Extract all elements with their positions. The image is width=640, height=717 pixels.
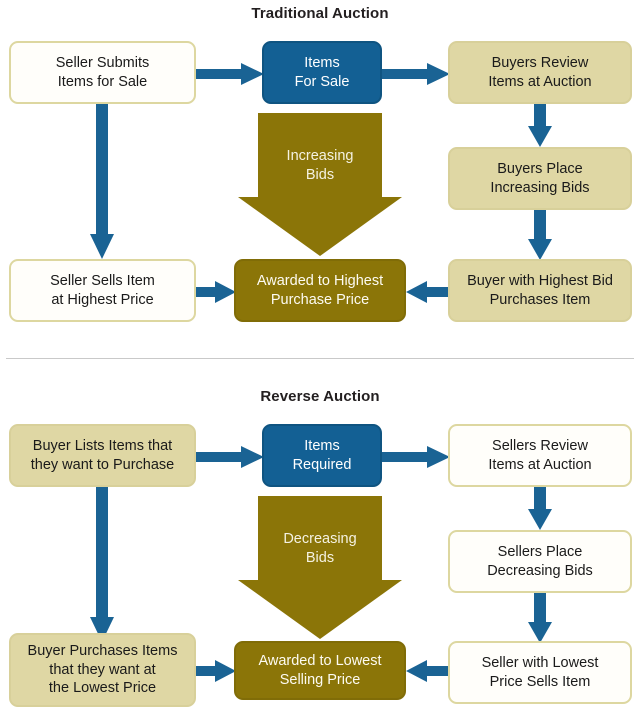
arrow-down-reverse-right-2 [528,593,552,643]
node-label: Sellers Review Items at Auction [488,437,592,473]
arrow-down-reverse-left [90,487,114,642]
node-traditional-buyers-place-bids: Buyers Place Increasing Bids [448,147,632,210]
node-reverse-items-required: Items Required [262,424,382,487]
node-traditional-buyer-highest-bid: Buyer with Highest Bid Purchases Item [448,259,632,322]
node-label: Items Required [292,437,352,473]
big-arrow-shape [238,113,402,256]
node-reverse-buyer-lists: Buyer Lists Items that they want to Purc… [9,424,196,487]
node-reverse-seller-lowest-price: Seller with Lowest Price Sells Item [448,641,632,704]
node-label: Buyer Purchases Items that they want at … [27,643,178,697]
node-label: Awarded to Lowest Selling Price [258,652,382,688]
arrow-right-reverse-bottom-left [196,660,236,682]
big-arrow-shape [238,496,402,639]
node-reverse-awarded-lowest: Awarded to Lowest Selling Price [234,641,406,700]
big-arrow-decreasing-bids: Decreasing Bids [238,496,402,639]
node-traditional-awarded-highest: Awarded to Highest Purchase Price [234,259,406,322]
node-reverse-buyer-purchases: Buyer Purchases Items that they want at … [9,633,196,707]
arrow-down-traditional-left [90,104,114,259]
arrow-down-reverse-right-1 [528,487,552,530]
node-label: Seller with Lowest Price Sells Item [481,654,599,690]
node-label: Items For Sale [294,54,350,90]
node-reverse-sellers-place-bids: Sellers Place Decreasing Bids [448,530,632,593]
node-label: Awarded to Highest Purchase Price [256,272,384,308]
arrow-right-reverse-top-2 [382,446,450,468]
arrow-left-reverse-bottom-right [406,660,448,682]
section-title-reverse: Reverse Auction [260,388,380,405]
node-label: Buyers Place Increasing Bids [490,160,590,196]
section-title-traditional: Traditional Auction [251,5,389,22]
node-label: Seller Sells Item at Highest Price [50,272,155,308]
arrow-left-traditional-bottom-right [406,281,448,303]
arrow-right-traditional-top-1 [196,63,264,85]
node-traditional-buyers-review: Buyers Review Items at Auction [448,41,632,104]
section-divider [6,358,634,359]
node-label: Buyer with Highest Bid Purchases Item [467,272,613,308]
node-traditional-seller-submits: Seller Submits Items for Sale [9,41,196,104]
arrow-down-traditional-right-2 [528,210,552,260]
node-label: Buyer Lists Items that they want to Purc… [30,437,175,473]
arrow-right-traditional-top-2 [382,63,450,85]
diagram-canvas: Traditional Auction Seller Submits Items… [0,0,640,717]
arrow-right-reverse-top-1 [196,446,264,468]
big-arrow-increasing-bids: Increasing Bids [238,113,402,256]
node-reverse-sellers-review: Sellers Review Items at Auction [448,424,632,487]
node-traditional-items-for-sale: Items For Sale [262,41,382,104]
node-label: Sellers Place Decreasing Bids [487,543,593,579]
node-traditional-seller-sells: Seller Sells Item at Highest Price [9,259,196,322]
arrow-down-traditional-right-1 [528,104,552,147]
arrow-right-traditional-bottom-left [196,281,236,303]
node-label: Buyers Review Items at Auction [488,54,592,90]
node-label: Seller Submits Items for Sale [55,54,150,90]
